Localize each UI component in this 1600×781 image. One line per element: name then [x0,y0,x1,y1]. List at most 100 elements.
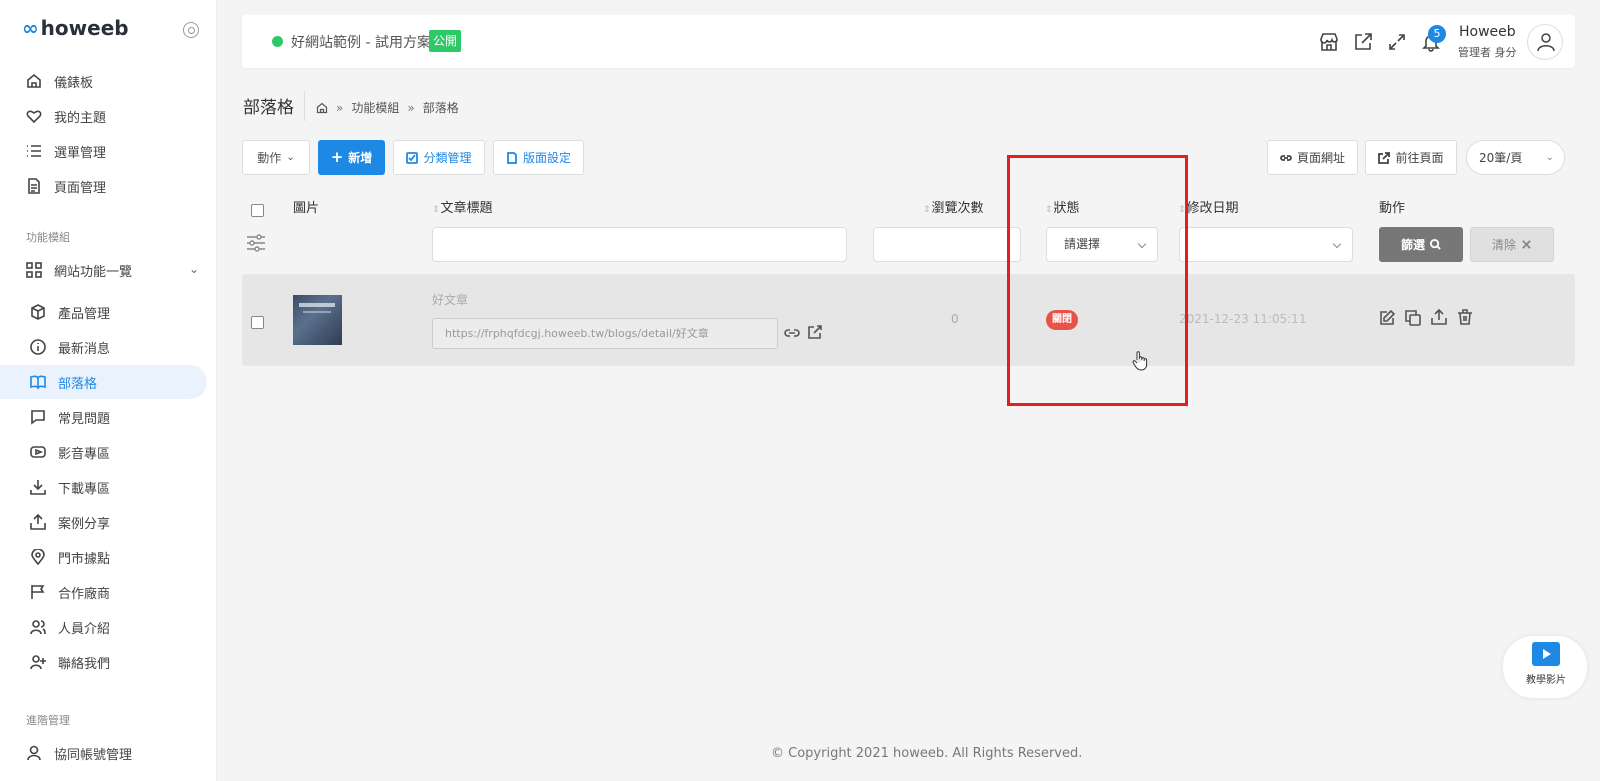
row-checkbox[interactable] [251,316,264,329]
per-page-select[interactable]: 20筆/頁 ⌄ [1466,140,1565,175]
tutorial-video-label: 教學影片 [1526,675,1566,686]
list-icon [26,143,42,159]
sidebar-item-partners[interactable]: 合作廠商 [0,575,207,609]
select-all-checkbox[interactable] [251,204,264,217]
sort-icon: ⇕ [923,205,931,215]
video-icon [30,444,46,460]
sidebar-item-cases[interactable]: 案例分享 [0,505,207,539]
post-views: 0 [951,312,959,326]
add-button-label: 新增 [348,151,373,165]
file-icon [26,178,42,194]
date-filter-select[interactable] [1179,227,1353,262]
site-name[interactable]: 好網站範例 - 試用方案 [291,32,431,52]
column-header-title[interactable]: ⇕文章標題 [432,197,493,216]
category-manage-label: 分類管理 [423,151,472,165]
sidebar-item-news[interactable]: 最新消息 [0,330,207,364]
post-url-field[interactable]: https://frphqfdcgj.howeeb.tw/blogs/detai… [432,318,778,349]
breadcrumb-item[interactable]: 功能模組 [351,99,399,116]
sidebar-item-products[interactable]: 產品管理 [0,295,207,329]
upload-icon[interactable] [1431,308,1447,325]
bulk-action-dropdown[interactable]: 動作 ⌄ [242,140,310,175]
bulk-action-label: 動作 [257,151,282,165]
sidebar-item-video[interactable]: 影音專區 [0,435,207,469]
sidebar-item-staff[interactable]: 人員介紹 [0,610,207,644]
breadcrumb-separator-icon: » [407,100,415,115]
hand-cursor-icon [1132,351,1148,371]
sidebar-item-label: 部落格 [58,376,98,392]
tutorial-video-button[interactable]: 教學影片 [1503,636,1587,698]
sidebar-item-my-theme[interactable]: 我的主題 [0,99,207,133]
post-thumbnail[interactable] [293,295,342,345]
sidebar-item-co-accounts[interactable]: 協同帳號管理 [0,736,207,770]
breadcrumb-separator-icon: » [336,100,344,115]
column-header-modified-label: 修改日期 [1186,201,1239,216]
external-link-icon[interactable] [1353,32,1373,52]
sidebar-item-label: 合作廠商 [58,586,111,602]
avatar[interactable] [1527,24,1563,60]
layout-settings-label: 版面設定 [522,151,571,165]
column-header-views-label: 瀏覽次數 [931,201,984,216]
filter-button-label: 篩選 [1400,238,1425,252]
user-plus-icon [30,654,46,670]
check-square-icon [406,151,419,164]
filter-button[interactable]: 篩選 [1379,227,1463,262]
store-icon[interactable] [1319,32,1339,52]
fullscreen-icon[interactable] [1387,32,1407,52]
page-url-button[interactable]: 頁面網址 [1267,140,1358,175]
title-filter-input[interactable] [432,227,847,262]
sidebar-item-menu[interactable]: 選單管理 [0,134,207,168]
sidebar-item-download[interactable]: 下載專區 [0,470,207,504]
duplicate-icon[interactable] [1405,310,1421,326]
user-avatar-icon [1537,33,1555,52]
page-url-label: 頁面網址 [1296,151,1345,165]
user-name[interactable]: Howeeb [1459,24,1516,40]
goto-page-button[interactable]: 前往頁面 [1365,140,1457,175]
title-divider [304,91,305,121]
category-manage-button[interactable]: 分類管理 [393,140,485,175]
home-icon [26,73,42,89]
column-header-action: 動作 [1379,201,1406,216]
page-title: 部落格 [243,98,294,118]
clear-button-label: 清除 [1491,238,1516,252]
sidebar-item-label: 門市據點 [58,551,111,567]
layout-settings-button[interactable]: 版面設定 [493,140,584,175]
sort-icon: ⇕ [432,205,440,215]
add-button[interactable]: + 新增 [318,140,385,175]
logo-mark-icon: ∞ [22,16,39,40]
plus-icon: + [330,148,344,166]
sidebar: ∞ howeeb 儀錶板 我的主題 選單管理 頁面管理 功能模組 網站功能一覽 … [0,0,217,781]
edit-icon[interactable] [1379,309,1396,326]
copy-link-icon[interactable] [784,325,800,341]
home-icon[interactable] [316,102,328,114]
sidebar-item-faq[interactable]: 常見問題 [0,400,207,434]
column-header-title-label: 文章標題 [440,201,493,216]
sidebar-item-blog[interactable]: 部落格 [0,365,207,399]
section-label-admin: 進階管理 [26,714,70,727]
sidebar-group-site-features[interactable]: 網站功能一覽 [0,253,207,287]
sidebar-item-label: 影音專區 [58,446,111,462]
file-icon [507,151,517,164]
sidebar-item-contact[interactable]: 聯絡我們 [0,645,207,679]
info-icon [30,339,46,355]
views-filter-input[interactable] [873,227,1021,262]
sidebar-item-label: 聯絡我們 [58,656,111,672]
sidebar-item-pages[interactable]: 頁面管理 [0,169,207,203]
logo-text: howeeb [40,16,129,40]
open-link-icon[interactable] [807,324,823,340]
sidebar-item-dashboard[interactable]: 儀錶板 [0,64,207,98]
clear-button[interactable]: 清除 [1470,227,1554,262]
post-title[interactable]: 好文章 [432,291,468,308]
sidebar-collapse-icon[interactable] [183,22,199,38]
column-settings-icon[interactable] [246,234,266,252]
sidebar-item-label: 我的主題 [54,110,107,126]
notification-count-badge: 5 [1428,25,1446,43]
trash-icon[interactable] [1457,309,1473,325]
sidebar-group-label: 網站功能一覽 [54,264,133,280]
column-header-views[interactable]: ⇕瀏覽次數 [923,197,984,216]
chevron-down-icon[interactable]: ⌄ [189,262,199,276]
topbar: 好網站範例 - 試用方案 公開 5 Howeeb 管理者 身分 [242,15,1575,68]
message-icon [30,409,46,425]
sidebar-item-label: 案例分享 [58,516,111,532]
sidebar-item-stores[interactable]: 門市據點 [0,540,207,574]
logo[interactable]: ∞ howeeb [22,16,129,40]
